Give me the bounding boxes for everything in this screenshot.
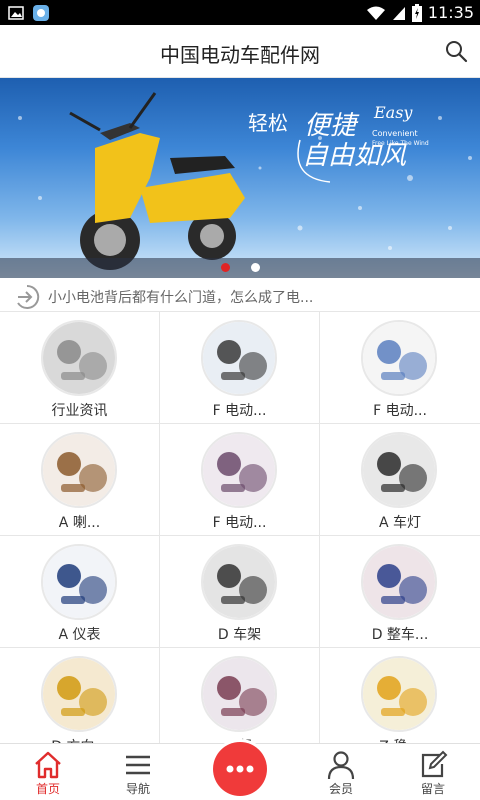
bottom-tab-bar: 首页 导航 会员 留言 <box>0 742 480 800</box>
app-icon <box>33 5 49 21</box>
battery-icon <box>411 3 422 22</box>
frame-image <box>201 544 277 620</box>
category-item[interactable]: F 电动... <box>160 424 320 536</box>
arrow-circle-icon <box>17 284 40 309</box>
ev-parts-image <box>201 320 277 396</box>
easy-text: Easy <box>373 103 413 122</box>
search-icon[interactable] <box>444 39 468 63</box>
category-item[interactable]: A 喇... <box>0 424 160 536</box>
tab-home[interactable]: 首页 <box>0 744 96 800</box>
app-header: 中国电动车配件网 <box>0 25 480 78</box>
tab-message-label: 留言 <box>420 782 445 796</box>
category-label: A 车灯 <box>378 515 422 531</box>
page-title: 中国电动车配件网 <box>160 43 320 67</box>
category-label: A 仪表 <box>58 627 101 643</box>
headlight-image <box>361 432 437 508</box>
shock-absorber-image <box>201 432 277 508</box>
tab-home-label: 首页 <box>35 782 60 796</box>
signal-icon <box>392 6 405 20</box>
stabilizer-image <box>361 656 437 732</box>
convenient-text: Convenient <box>372 129 418 138</box>
category-label: A 喇... <box>58 515 101 531</box>
complete-vehicle-image <box>361 544 437 620</box>
category-item[interactable]: F 电动... <box>160 312 320 424</box>
wifi-icon <box>366 6 385 20</box>
category-label: F 电动... <box>212 403 267 419</box>
category-label: F 电动... <box>212 515 267 531</box>
more-button[interactable] <box>213 742 267 796</box>
motor-image <box>201 656 277 732</box>
category-label: 行业资讯 <box>51 403 108 419</box>
category-item[interactable]: 行业资讯 <box>0 312 160 424</box>
horn-image <box>41 432 117 508</box>
tab-member[interactable]: 会员 <box>293 744 389 800</box>
carousel-dot-active[interactable] <box>221 263 230 272</box>
ev-accessories-image <box>361 320 437 396</box>
home-icon <box>35 751 61 779</box>
category-item[interactable]: F 电动... <box>320 312 480 424</box>
news-ticker[interactable]: 小小电池背后都有什么门道，怎么成了电... <box>0 280 480 312</box>
slogan-small: 轻松 <box>248 111 288 135</box>
category-item[interactable]: A 车灯 <box>320 424 480 536</box>
clock: 11:35 <box>427 3 474 22</box>
slogan-big: 便捷 <box>304 111 360 141</box>
steering-image <box>41 656 117 732</box>
category-item[interactable]: D 车架 <box>160 536 320 648</box>
tab-navigation[interactable]: 导航 <box>90 744 186 800</box>
tab-message[interactable]: 留言 <box>385 744 480 800</box>
instrument-image <box>41 544 117 620</box>
tab-navigation-label: 导航 <box>125 782 150 796</box>
banner-image: 轻松 便捷 Easy Convenient Free Like The Wind… <box>18 92 472 270</box>
tab-member-label: 会员 <box>328 782 353 796</box>
status-bar: 11:35 <box>0 0 480 25</box>
message-edit-icon <box>421 750 448 778</box>
category-label: D 车架 <box>217 627 262 643</box>
user-icon <box>327 751 355 780</box>
more-icon <box>226 765 254 773</box>
carousel-dot[interactable] <box>251 263 260 272</box>
slogan-line2: 自由如风 <box>302 141 407 171</box>
industry-news-image <box>41 320 117 396</box>
category-label: D 整车... <box>371 627 429 643</box>
category-label: F 电动... <box>373 403 427 419</box>
category-item[interactable]: D 整车... <box>320 536 480 648</box>
news-headline[interactable]: 小小电池背后都有什么门道，怎么成了电... <box>48 287 313 307</box>
scooter-illustration <box>69 92 245 270</box>
menu-icon <box>126 755 150 775</box>
category-item[interactable]: A 仪表 <box>0 536 160 648</box>
image-icon <box>8 6 24 20</box>
carousel-indicator <box>0 258 480 278</box>
banner-carousel[interactable]: 轻松 便捷 Easy Convenient Free Like The Wind… <box>0 78 480 278</box>
